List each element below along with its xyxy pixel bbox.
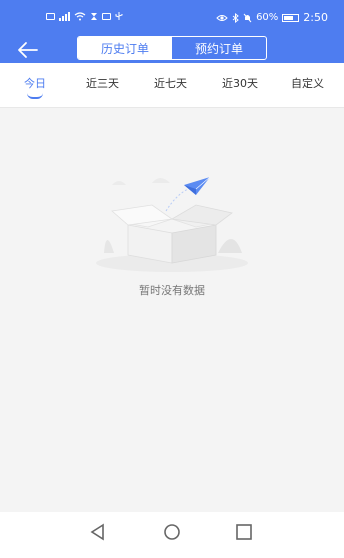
tab-last-30-days[interactable]: 近30天 [222,75,258,91]
empty-box-illustration [96,176,248,272]
notification-icon [46,12,55,20]
usb-icon [115,12,123,20]
tab-today[interactable]: 今日 [24,75,46,91]
tab-history-orders[interactable]: 历史订单 [78,37,172,59]
eye-icon [216,14,228,21]
hourglass-icon [91,12,97,20]
app-icon [102,12,111,20]
date-filter-tabs: 今日 近三天 近七天 近30天 自定义 [0,63,344,108]
tab-reserved-orders[interactable]: 预约订单 [172,37,266,59]
tab-last-7-days[interactable]: 近七天 [154,75,187,91]
wifi-icon [74,11,86,20]
active-tab-indicator [27,93,43,99]
bluetooth-icon [232,12,239,23]
status-right-icons: 60% 2:50 [216,11,328,24]
system-navigation-bar [0,512,344,558]
empty-state-text: 暂时没有数据 [139,284,205,297]
status-bar: 60% 2:50 [0,0,344,36]
tab-last-3-days[interactable]: 近三天 [86,75,119,91]
mute-icon [243,13,252,22]
signal-icon [59,11,70,21]
header-bar: 历史订单 预约订单 [0,36,344,63]
status-left-icons [46,11,123,21]
order-type-segmented-control: 历史订单 预约订单 [77,36,267,60]
back-triangle-icon[interactable] [86,520,110,544]
recents-square-icon[interactable] [232,520,256,544]
tab-custom[interactable]: 自定义 [291,75,324,91]
status-time: 2:50 [303,11,328,24]
back-arrow-icon[interactable] [16,40,40,60]
app-screen: 60% 2:50 历史订单 预约订单 今日 近三天 近七天 近30天 自定义 暂… [0,0,344,558]
battery-icon [282,13,300,22]
battery-percent: 60% [256,12,279,23]
home-circle-icon[interactable] [160,520,184,544]
